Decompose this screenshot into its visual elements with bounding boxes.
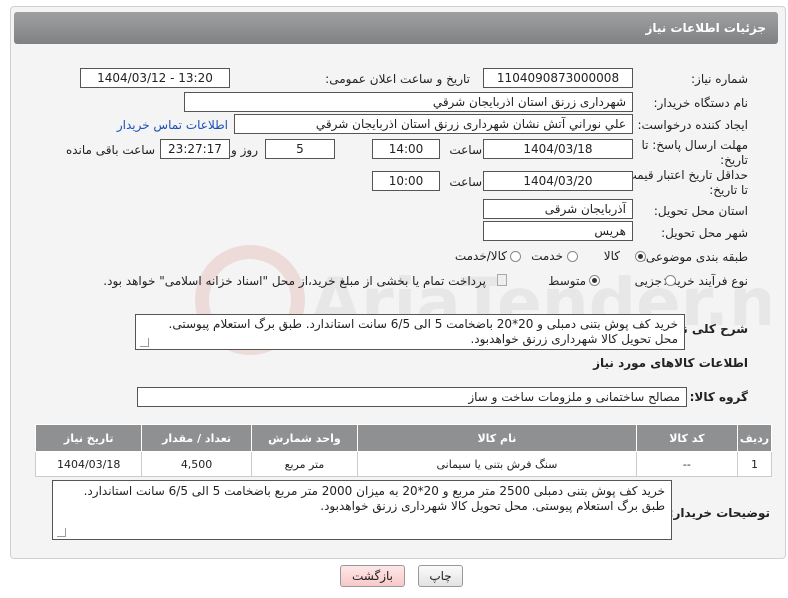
announce-label: تاریخ و ساعت اعلان عمومی: xyxy=(325,72,470,86)
treasury-payment-checkbox[interactable] xyxy=(497,274,507,286)
price-validity-label-2: تا تاریخ: xyxy=(709,183,748,197)
days-field[interactable]: 5 xyxy=(265,139,335,159)
reply-date-field[interactable]: 1404/03/18 xyxy=(483,139,633,159)
cell-date: 1404/03/18 xyxy=(34,451,143,477)
need-number-label: شماره نیاز: xyxy=(691,72,748,86)
price-validity-label: حداقل تاریخ اعتبار قیمت: xyxy=(621,168,748,182)
goods-group-field[interactable]: مصالح ساختمانی و ملزومات ساخت و ساز xyxy=(137,387,687,407)
resize-handle-icon[interactable] xyxy=(140,338,149,347)
purchase-minor-label: جزیی xyxy=(634,274,662,288)
announce-field[interactable]: 1404/03/12 - 13:20 xyxy=(80,68,230,88)
remaining-label: ساعت باقی مانده xyxy=(65,143,155,157)
city-field[interactable]: هریس xyxy=(483,221,633,241)
buyer-notes-field[interactable]: خرید کف پوش بتنی دمبلی 2500 متر مربع و 2… xyxy=(52,480,672,540)
back-button[interactable]: بازگشت xyxy=(340,565,405,587)
category-radio-goods-service[interactable] xyxy=(510,251,521,262)
price-date-field[interactable]: 1404/03/20 xyxy=(483,171,633,191)
category-label: طبقه بندی موضوعی: xyxy=(641,250,748,264)
description-field[interactable]: خرید کف پوش بتنی دمبلی و 20*20 باضخامت 5… xyxy=(135,314,685,350)
goods-info-title: اطلاعات کالاهای مورد نیاز xyxy=(593,356,748,370)
col-name: نام کالا xyxy=(357,424,637,452)
print-button[interactable]: چاپ xyxy=(418,565,463,587)
province-label: استان محل تحویل: xyxy=(653,204,748,218)
price-time-label: ساعت xyxy=(449,175,482,189)
reply-deadline-label-2: تاریخ: xyxy=(720,153,748,167)
cell-unit: متر مربع xyxy=(250,451,359,477)
purchase-medium-label: متوسط xyxy=(548,274,586,288)
price-time-field[interactable]: 10:00 xyxy=(372,171,440,191)
goods-group-label: گروه کالا: xyxy=(689,390,748,404)
remaining-time-field[interactable]: 23:27:17 xyxy=(160,139,230,159)
goods-table: ردیف کد کالا نام کالا واحد شمارش تعداد /… xyxy=(34,424,773,477)
col-unit: واحد شمارش xyxy=(250,424,359,452)
buyer-org-field[interactable]: شهرداری زرنق استان اذربایجان شرقي xyxy=(184,92,633,112)
category-service-label: خدمت xyxy=(531,249,563,263)
purchase-radio-minor[interactable] xyxy=(665,275,676,286)
buyer-org-label: نام دستگاه خریدار: xyxy=(653,96,749,110)
buyer-notes-label: توضیحات خریدار: xyxy=(668,506,770,520)
need-number-field[interactable]: 1104090873000008 xyxy=(483,68,633,88)
cell-name: سنگ فرش بتنی یا سیمانی xyxy=(357,451,637,477)
buyer-contact-link[interactable]: اطلاعات تماس خریدار xyxy=(117,118,228,132)
col-qty: تعداد / مقدار xyxy=(141,424,252,452)
category-radio-goods[interactable] xyxy=(635,251,646,262)
days-label: روز و xyxy=(231,143,258,157)
category-radio-service[interactable] xyxy=(567,251,578,262)
category-goods-service-label: کالا/خدمت xyxy=(454,249,507,263)
cell-qty: 4,500 xyxy=(141,451,252,477)
requester-label: ایجاد کننده درخواست: xyxy=(637,118,748,132)
purchase-radio-medium[interactable] xyxy=(589,275,600,286)
treasury-payment-label: پرداخت تمام یا بخشی از مبلغ خرید،از محل … xyxy=(103,274,486,288)
col-code: کد کالا xyxy=(635,424,738,452)
category-goods-label: کالا xyxy=(603,249,620,263)
notes-resize-handle-icon[interactable] xyxy=(57,528,66,537)
city-label: شهر محل تحویل: xyxy=(661,226,748,240)
reply-deadline-label: مهلت ارسال پاسخ: تا xyxy=(641,138,748,152)
cell-row: 1 xyxy=(736,451,773,477)
cell-code: -- xyxy=(635,451,738,477)
col-row: ردیف xyxy=(736,424,773,452)
table-row[interactable]: 1 -- سنگ فرش بتنی یا سیمانی متر مربع 4,5… xyxy=(34,451,773,477)
reply-time-label: ساعت xyxy=(449,143,482,157)
province-field[interactable]: آذربایجان شرقی xyxy=(483,199,633,219)
reply-time-field[interactable]: 14:00 xyxy=(372,139,440,159)
col-date: تاریخ نیاز xyxy=(34,424,143,452)
page-title: جزئیات اطلاعات نیاز xyxy=(14,12,778,44)
requester-field[interactable]: علي نوراني آتش نشان شهرداری زرنق استان ا… xyxy=(234,114,633,134)
